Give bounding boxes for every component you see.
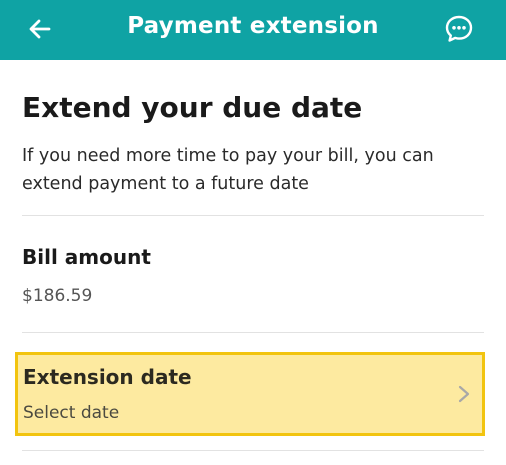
extension-date-selector[interactable]: Extension date Select date: [15, 352, 485, 436]
page-title: Payment extension: [127, 13, 379, 39]
bill-amount-value: $186.59: [22, 286, 93, 306]
bill-amount-label: Bill amount: [22, 245, 151, 269]
divider: [22, 215, 484, 216]
page-heading: Extend your due date: [22, 91, 363, 124]
divider: [22, 450, 484, 451]
payment-extension-screen: Payment extension Extend your due date I…: [0, 0, 506, 465]
chat-button[interactable]: [438, 8, 480, 50]
divider: [22, 332, 484, 333]
chat-bubble-icon: [445, 15, 473, 42]
description-text: If you need more time to pay your bill, …: [22, 146, 434, 194]
extension-date-placeholder: Select date: [23, 403, 120, 423]
extension-date-label: Extension date: [23, 365, 192, 389]
top-app-bar: Payment extension: [0, 0, 506, 60]
chevron-right-icon: [458, 385, 470, 403]
